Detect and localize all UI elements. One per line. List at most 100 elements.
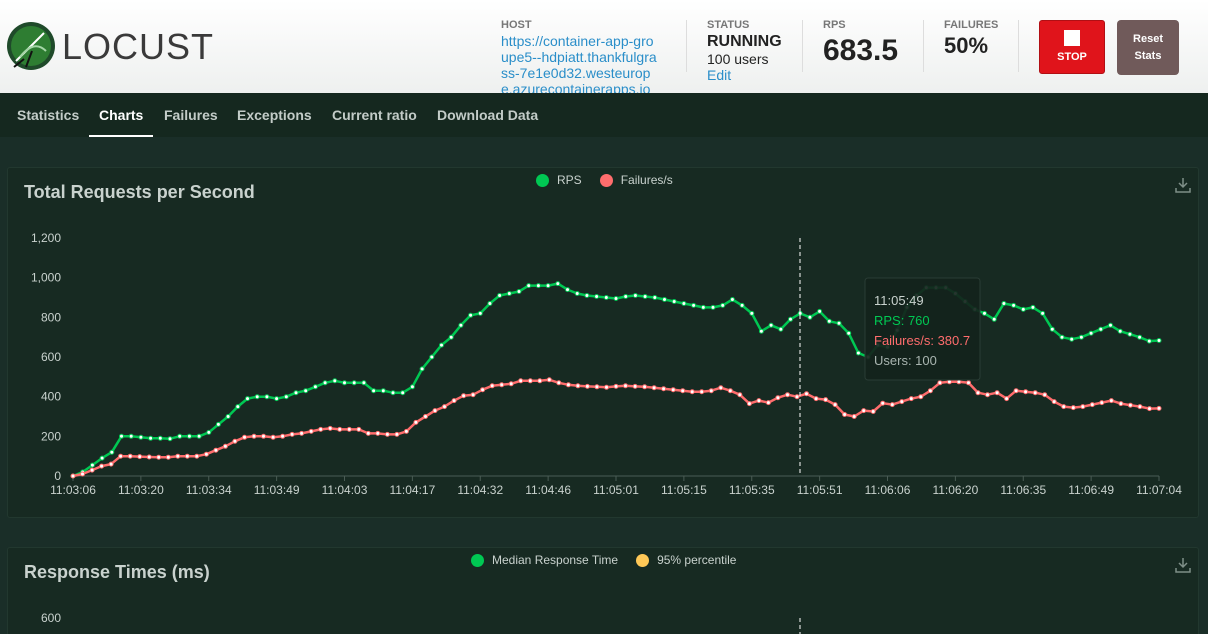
data-point-rps [749, 310, 755, 316]
data-point-rps [254, 394, 260, 400]
data-point-rps [613, 296, 619, 301]
data-point-rps [739, 302, 745, 308]
data-point-failures [289, 431, 295, 437]
data-point-failures [594, 384, 600, 390]
data-point-rps [264, 394, 270, 400]
data-point-failures [508, 381, 514, 387]
data-point-rps [293, 390, 299, 396]
x-tick-label: 11:06:20 [932, 483, 978, 497]
data-point-failures [194, 453, 200, 459]
edit-link[interactable]: Edit [707, 67, 782, 83]
data-point-failures [623, 383, 628, 389]
data-point-failures [299, 430, 305, 436]
data-point-failures [584, 383, 590, 389]
data-point-failures [851, 414, 857, 419]
data-point-failures [518, 378, 524, 384]
tooltip-rps: RPS: 760 [874, 313, 930, 328]
host-link[interactable]: https://container-app-groupe5--hdpiatt.t… [501, 33, 661, 97]
x-tick-label: 11:06:49 [1068, 483, 1114, 497]
data-point-failures [318, 426, 324, 432]
data-point-failures [175, 453, 181, 459]
data-point-rps [1156, 338, 1162, 343]
response-times-chart[interactable]: 600 [8, 548, 1198, 634]
tab-failures[interactable]: Failures [154, 93, 228, 137]
data-point-failures [137, 454, 143, 460]
data-point-failures [1127, 402, 1133, 408]
data-point-failures [165, 454, 171, 460]
data-point-rps [632, 293, 638, 298]
data-point-rps [1137, 334, 1143, 340]
tab-current-ratio[interactable]: Current ratio [322, 93, 427, 137]
data-point-failures [242, 434, 247, 440]
tab-statistics[interactable]: Statistics [7, 93, 89, 137]
data-point-rps [274, 396, 280, 402]
data-point-rps [758, 328, 764, 334]
data-point-failures [337, 426, 343, 432]
data-point-rps [700, 304, 706, 310]
data-point-rps [807, 314, 813, 320]
data-point-rps [623, 294, 629, 299]
data-point-rps [1049, 326, 1055, 332]
data-point-failures [432, 408, 438, 414]
rps-chart[interactable]: 0 200 400 600 800 1,000 1,200 11:03:06 11:03:20 1… [8, 168, 1198, 517]
stop-icon [1064, 30, 1080, 46]
data-point-failures [213, 447, 219, 453]
data-point-rps [826, 318, 832, 324]
data-point-failures [794, 394, 800, 400]
data-point-failures [118, 453, 124, 459]
data-point-failures [994, 390, 1000, 396]
data-point-failures [661, 386, 667, 392]
data-point-failures [613, 383, 619, 389]
tab-charts[interactable]: Charts [89, 93, 154, 137]
data-point-failures [108, 461, 114, 467]
data-point-rps [109, 449, 115, 455]
data-point-rps [186, 433, 192, 439]
reset-label-line1: Reset [1133, 33, 1163, 45]
data-point-failures [327, 425, 333, 431]
x-tick-label: 11:06:35 [1000, 483, 1046, 497]
data-point-failures [737, 392, 743, 398]
rps-chart-panel: Total Requests per Second RPS Failures/s… [7, 167, 1199, 518]
tab-exceptions[interactable]: Exceptions [227, 93, 322, 137]
locust-logo-icon[interactable] [6, 21, 56, 71]
data-point-failures [765, 400, 771, 406]
data-point-rps [468, 312, 474, 318]
data-point-failures [889, 402, 895, 408]
stop-button[interactable]: STOP [1039, 20, 1105, 74]
data-point-rps [855, 350, 861, 356]
data-point-rps [681, 301, 687, 306]
data-point-failures [146, 454, 152, 460]
data-point-rps [1108, 322, 1113, 328]
data-point-rps [448, 334, 454, 340]
data-point-failures [375, 430, 381, 436]
tab-download-data[interactable]: Download Data [427, 93, 548, 137]
data-point-failures [575, 383, 581, 389]
data-point-rps [361, 380, 367, 386]
data-point-failures [184, 453, 190, 459]
data-point-failures [937, 380, 943, 386]
x-tick-label: 11:03:34 [186, 483, 232, 497]
data-point-failures [880, 400, 886, 406]
data-point-rps [720, 302, 726, 308]
data-point-failures [251, 433, 257, 439]
data-point-rps [691, 302, 697, 308]
data-point-rps [1098, 326, 1104, 332]
x-tick-label: 11:05:35 [729, 483, 775, 497]
divider [802, 20, 803, 72]
data-point-rps [458, 322, 464, 328]
data-point-failures [565, 382, 571, 388]
data-point-failures [499, 382, 505, 388]
rps-block: RPS 683.5 [823, 19, 898, 68]
series-line-rps [72, 282, 1160, 478]
x-tick-label: 11:04:03 [322, 483, 368, 497]
data-point-rps [351, 380, 357, 386]
rps-label: RPS [823, 19, 846, 31]
data-point-failures [870, 409, 876, 414]
status-block: STATUS RUNNING 100 users Edit [707, 19, 782, 83]
y-tick-label: 200 [41, 429, 61, 443]
data-point-rps [196, 433, 202, 439]
stop-label: STOP [1057, 51, 1087, 63]
reset-stats-button[interactable]: Reset Stats [1117, 20, 1179, 75]
users-count: 100 users [707, 51, 769, 67]
data-point-failures [1080, 404, 1086, 410]
